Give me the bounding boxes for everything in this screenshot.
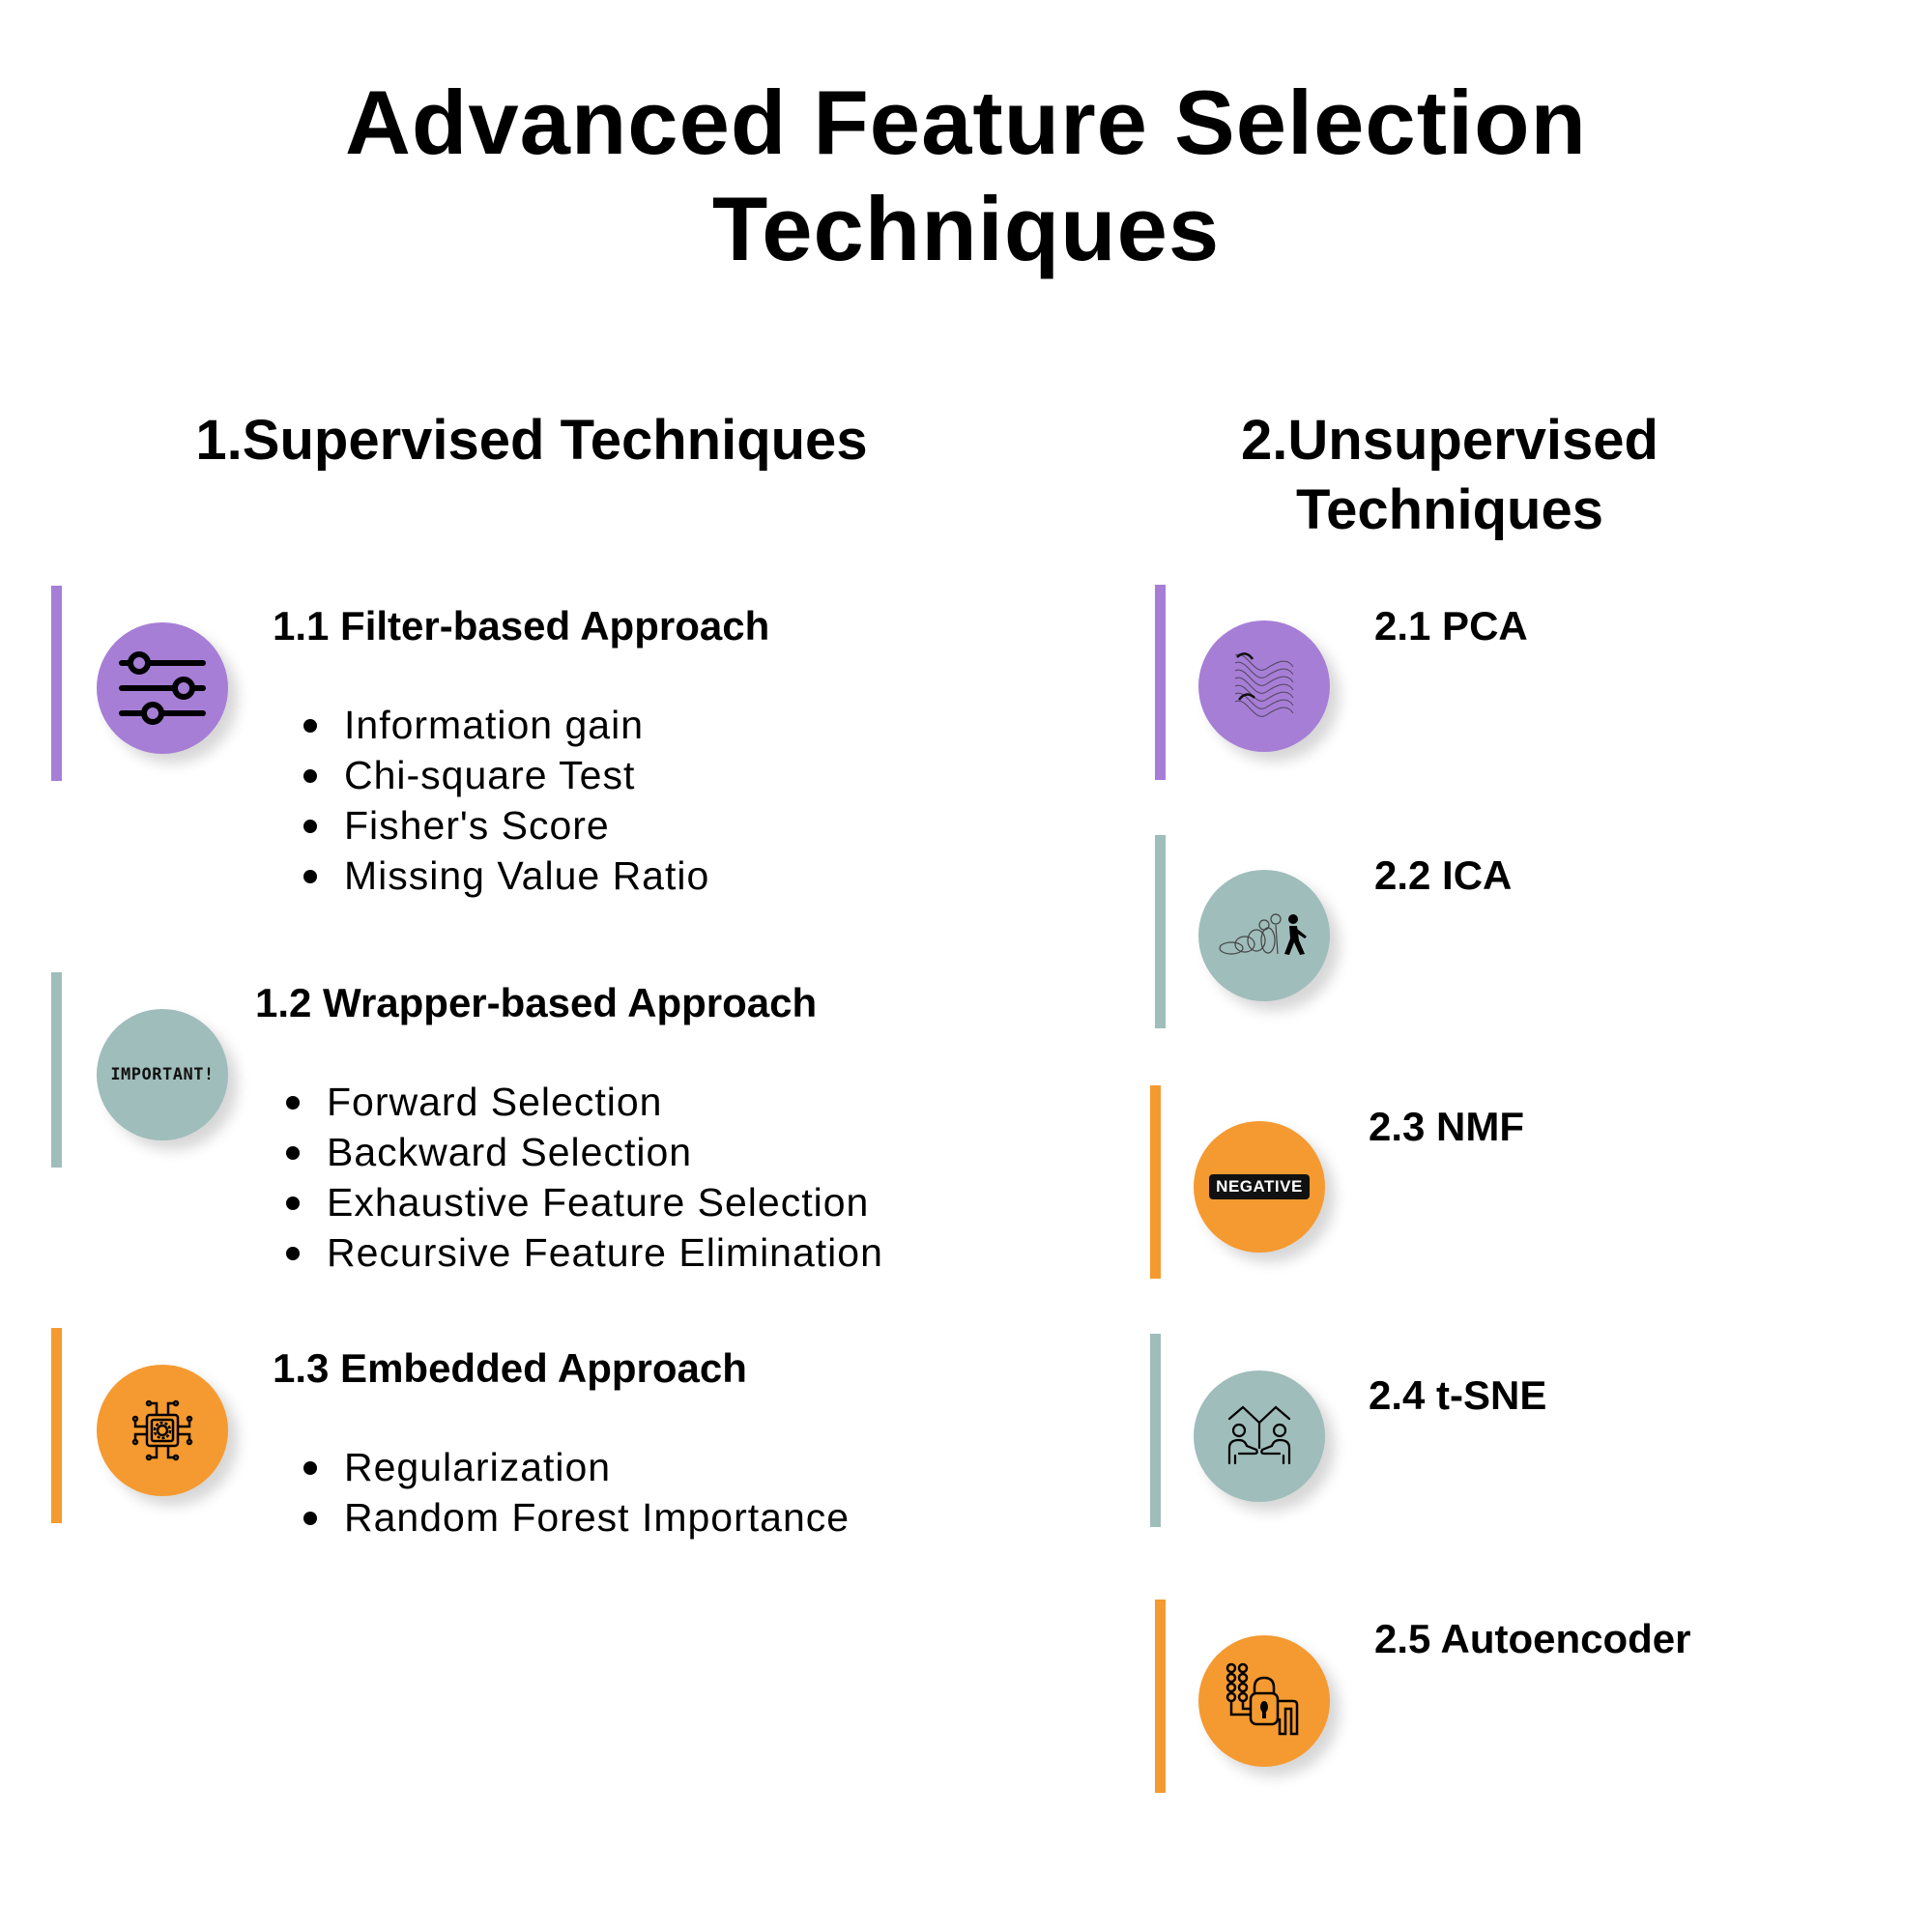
bullet-icon xyxy=(303,719,317,733)
icon-circle xyxy=(97,1365,228,1496)
group-title: 2.4 t-SNE xyxy=(1369,1372,1547,1418)
bullet-icon xyxy=(303,870,317,883)
list-item: Forward Selection xyxy=(278,1077,883,1127)
accent-bar xyxy=(1155,835,1166,1028)
accent-bar xyxy=(51,1328,62,1523)
group-title: 1.2 Wrapper-based Approach xyxy=(255,980,818,1025)
unsupervised-heading: 2.Unsupervised Techniques xyxy=(1160,406,1740,545)
bullet-list: Information gain Chi-square Test Fisher'… xyxy=(296,700,709,901)
accent-bar xyxy=(51,586,62,781)
list-item: Backward Selection xyxy=(278,1127,883,1177)
people-split-icon xyxy=(1227,1405,1291,1465)
unsupervised-heading-line-2: Techniques xyxy=(1296,478,1603,541)
icon-circle xyxy=(1198,1635,1330,1767)
icon-circle: NEGATIVE xyxy=(1194,1121,1325,1253)
group-title: 2.1 PCA xyxy=(1374,603,1528,649)
list-item: Chi-square Test xyxy=(296,750,709,800)
bullet-icon xyxy=(303,820,317,833)
list-item: Exhaustive Feature Selection xyxy=(278,1177,883,1227)
bullet-icon xyxy=(303,769,317,783)
supervised-heading: 1.Supervised Techniques xyxy=(195,409,868,472)
group-title: 1.3 Embedded Approach xyxy=(273,1345,747,1391)
negative-badge-icon: NEGATIVE xyxy=(1209,1174,1310,1199)
sliders-icon xyxy=(119,651,206,725)
wave-surface-icon xyxy=(1234,652,1294,717)
icon-circle xyxy=(1198,870,1330,1001)
icon-circle xyxy=(97,622,228,754)
bullet-icon xyxy=(286,1197,300,1210)
important-text-icon: IMPORTANT! xyxy=(110,1065,215,1084)
accent-bar xyxy=(1150,1085,1161,1279)
unsupervised-heading-line-1: 2.Unsupervised xyxy=(1241,409,1658,472)
bullet-list: Forward Selection Backward Selection Exh… xyxy=(278,1077,883,1278)
title-line-2: Techniques xyxy=(711,178,1221,279)
list-item: Missing Value Ratio xyxy=(296,851,709,901)
lock-circuit-icon xyxy=(1226,1662,1299,1736)
list-item: Random Forest Importance xyxy=(296,1492,850,1543)
group-title: 1.1 Filter-based Approach xyxy=(273,603,770,649)
accent-bar xyxy=(1155,1600,1166,1793)
bullet-list: Regularization Random Forest Importance xyxy=(296,1442,850,1543)
icon-circle: IMPORTANT! xyxy=(97,1009,228,1140)
bullet-icon xyxy=(286,1146,300,1160)
accent-bar xyxy=(51,972,62,1168)
list-item: Regularization xyxy=(296,1442,850,1492)
list-item: Recursive Feature Elimination xyxy=(278,1227,883,1278)
accent-bar xyxy=(1150,1334,1161,1527)
icon-circle xyxy=(1198,620,1330,752)
group-title: 2.5 Autoencoder xyxy=(1374,1616,1691,1661)
bullet-icon xyxy=(286,1247,300,1260)
accent-bar xyxy=(1155,585,1166,780)
page-title: Advanced Feature Selection Techniques xyxy=(0,70,1932,282)
bullet-icon xyxy=(286,1096,300,1110)
bullet-icon xyxy=(303,1512,317,1525)
chip-gear-icon xyxy=(131,1399,193,1461)
evolution-walk-icon xyxy=(1219,913,1307,955)
icon-circle xyxy=(1194,1370,1325,1502)
group-title: 2.2 ICA xyxy=(1374,852,1513,898)
group-title: 2.3 NMF xyxy=(1369,1104,1525,1149)
title-line-1: Advanced Feature Selection xyxy=(345,72,1587,173)
list-item: Information gain xyxy=(296,700,709,750)
list-item: Fisher's Score xyxy=(296,800,709,851)
bullet-icon xyxy=(303,1461,317,1475)
